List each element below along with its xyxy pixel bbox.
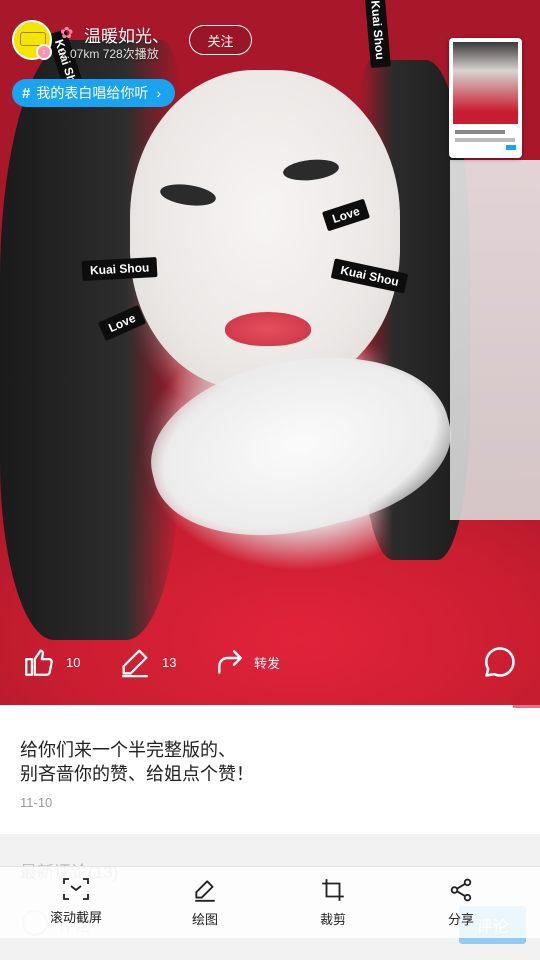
- tool-label: 滚动截屏: [49, 910, 102, 925]
- flower-icon: ✿: [60, 25, 74, 42]
- chat-button[interactable]: [482, 640, 518, 684]
- thumbnail-image: [453, 42, 518, 124]
- thumbnail-line: [455, 138, 515, 142]
- video-actions: 10 13 转发: [0, 640, 540, 684]
- video-scene: [450, 160, 540, 520]
- repost-icon: [218, 650, 242, 674]
- topic-tag[interactable]: # 我的表白唱给你听 ›: [12, 79, 176, 107]
- screenshot-toolbar: 滚动截屏 绘图 裁剪 分享: [0, 866, 540, 938]
- follow-button[interactable]: 关注: [189, 25, 252, 55]
- like-button[interactable]: 10: [22, 640, 80, 684]
- sticker-kuaishou: Kuai Shou: [364, 0, 391, 69]
- distance: 2.07km: [60, 47, 100, 61]
- thumbnail-line: [455, 130, 505, 134]
- play-count: 728次播放: [102, 47, 159, 61]
- sticker-kuaishou: Kuai Shou: [81, 257, 158, 281]
- speech-bubble-icon: [485, 647, 515, 677]
- tool-label: 分享: [447, 912, 474, 927]
- hashtag-icon: #: [22, 84, 31, 102]
- thumbs-up-icon: [25, 649, 53, 676]
- screenshot-thumbnail[interactable]: [449, 38, 522, 158]
- video-scene: [225, 312, 311, 346]
- caption-line: 别吝啬你的赞、给姐点个赞！: [20, 764, 254, 784]
- scroll-capture-button[interactable]: 滚动截屏: [26, 867, 126, 939]
- tool-label: 裁剪: [319, 912, 346, 927]
- scroll-capture-icon: [63, 878, 89, 900]
- tool-label: 绘图: [191, 912, 218, 927]
- post-date: 11-10: [20, 795, 53, 810]
- comment-edit-button[interactable]: 13: [118, 640, 176, 684]
- comment-count: 13: [162, 654, 177, 670]
- share-icon: [450, 878, 472, 902]
- chevron-right-icon: ›: [156, 85, 162, 101]
- share-button[interactable]: 分享: [411, 867, 511, 939]
- repost-label: 转发: [254, 655, 281, 671]
- like-count: 10: [66, 654, 81, 670]
- thumbnail-button: [506, 145, 516, 150]
- post-caption-card: 给你们来一个半完整版的、 别吝啬你的赞、给姐点个赞！ 11-10: [0, 708, 540, 834]
- pen-icon: [195, 880, 215, 902]
- gender-badge-icon: ♀: [36, 44, 52, 60]
- distance-plays: 2.07km 728次播放: [60, 45, 159, 62]
- draw-button[interactable]: 绘图: [155, 867, 255, 939]
- pencil-icon: [122, 649, 148, 678]
- caption-line: 给你们来一个半完整版的、: [20, 740, 236, 760]
- topic-label: 我的表白唱给你听: [36, 85, 149, 101]
- username[interactable]: 温暖如光、: [84, 22, 169, 47]
- repost-button[interactable]: 转发: [214, 640, 280, 684]
- crop-button[interactable]: 裁剪: [283, 867, 383, 939]
- crop-icon: [322, 879, 344, 901]
